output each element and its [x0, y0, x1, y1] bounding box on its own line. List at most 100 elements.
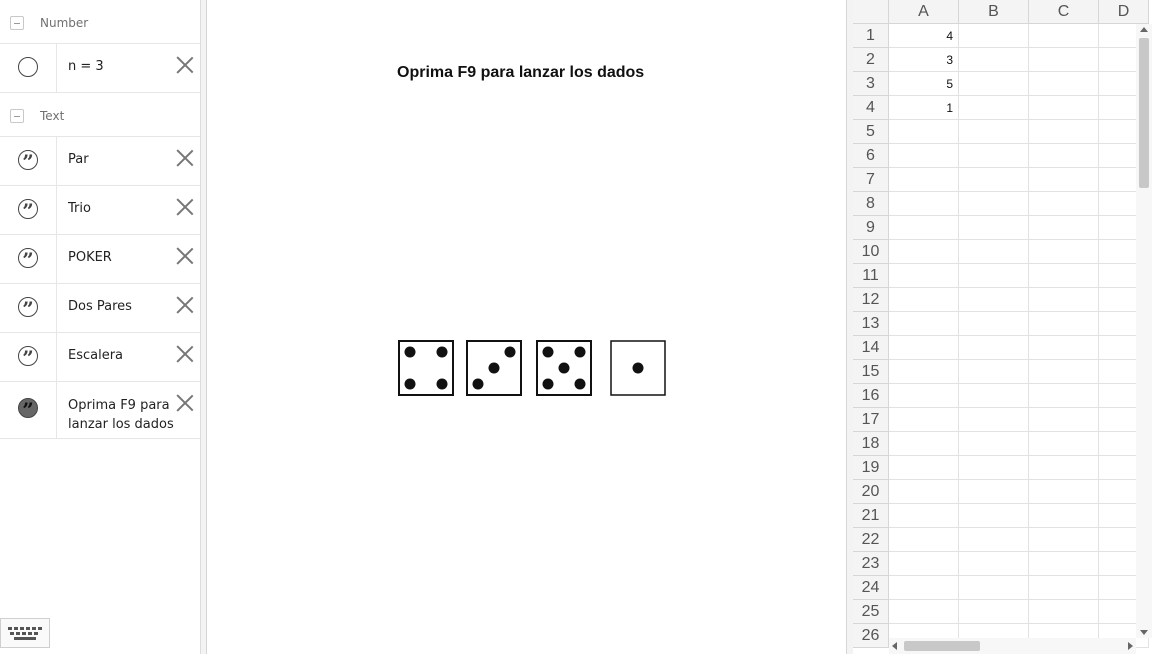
algebra-item-text[interactable]: Trio: [68, 201, 91, 216]
cell-b1[interactable]: [959, 24, 1029, 48]
cell-a3[interactable]: 5: [889, 72, 959, 96]
cell-b2[interactable]: [959, 48, 1029, 72]
die-1[interactable]: [398, 340, 454, 398]
close-icon[interactable]: [176, 56, 194, 74]
row-header-7[interactable]: 7: [853, 168, 889, 192]
graphics-text[interactable]: Oprima F9 para lanzar los dados: [397, 64, 644, 82]
row-header-9[interactable]: 9: [853, 216, 889, 240]
close-icon[interactable]: [176, 198, 194, 216]
cell-a15[interactable]: [889, 360, 959, 384]
cell-b15[interactable]: [959, 360, 1029, 384]
cell-c25[interactable]: [1029, 600, 1099, 624]
cell-c3[interactable]: [1029, 72, 1099, 96]
row-header-26[interactable]: 26: [853, 624, 889, 648]
group-header-text[interactable]: Text: [0, 93, 200, 137]
row-header-13[interactable]: 13: [853, 312, 889, 336]
scroll-right-icon[interactable]: [1128, 642, 1133, 650]
scrollbar-thumb[interactable]: [904, 641, 980, 651]
cell-c2[interactable]: [1029, 48, 1099, 72]
cell-a6[interactable]: [889, 144, 959, 168]
cell-c17[interactable]: [1029, 408, 1099, 432]
cell-a12[interactable]: [889, 288, 959, 312]
cell-b7[interactable]: [959, 168, 1029, 192]
row-header-19[interactable]: 19: [853, 456, 889, 480]
row-header-2[interactable]: 2: [853, 48, 889, 72]
cell-a14[interactable]: [889, 336, 959, 360]
cell-c19[interactable]: [1029, 456, 1099, 480]
row-header-3[interactable]: 3: [853, 72, 889, 96]
cell-a16[interactable]: [889, 384, 959, 408]
cell-a7[interactable]: [889, 168, 959, 192]
row-header-21[interactable]: 21: [853, 504, 889, 528]
scrollbar-thumb[interactable]: [1139, 38, 1149, 188]
cell-b20[interactable]: [959, 480, 1029, 504]
row-header-16[interactable]: 16: [853, 384, 889, 408]
group-header-number[interactable]: Number: [0, 0, 200, 44]
column-header-c[interactable]: C: [1029, 0, 1099, 24]
algebra-item-text[interactable]: Dos Pares: [68, 299, 132, 314]
cell-c21[interactable]: [1029, 504, 1099, 528]
cell-a21[interactable]: [889, 504, 959, 528]
close-icon[interactable]: [176, 296, 194, 314]
cell-a18[interactable]: [889, 432, 959, 456]
algebra-item-instruction[interactable]: Oprima F9 para lanzar los dados: [0, 382, 200, 439]
row-header-20[interactable]: 20: [853, 480, 889, 504]
quote-marble-icon[interactable]: [18, 344, 38, 372]
row-header-11[interactable]: 11: [853, 264, 889, 288]
cell-c22[interactable]: [1029, 528, 1099, 552]
cell-c1[interactable]: [1029, 24, 1099, 48]
select-all-corner[interactable]: [853, 0, 889, 24]
cell-c24[interactable]: [1029, 576, 1099, 600]
cell-b11[interactable]: [959, 264, 1029, 288]
row-header-18[interactable]: 18: [853, 432, 889, 456]
quote-marble-icon[interactable]: [18, 148, 38, 176]
cell-a22[interactable]: [889, 528, 959, 552]
cell-b8[interactable]: [959, 192, 1029, 216]
cell-b22[interactable]: [959, 528, 1029, 552]
close-icon[interactable]: [176, 247, 194, 265]
scroll-down-icon[interactable]: [1140, 630, 1148, 635]
algebra-item-dos-pares[interactable]: Dos Pares: [0, 284, 200, 333]
cell-b21[interactable]: [959, 504, 1029, 528]
cell-c20[interactable]: [1029, 480, 1099, 504]
quote-marble-icon[interactable]: [18, 197, 38, 225]
die-2[interactable]: [466, 340, 522, 398]
cell-b3[interactable]: [959, 72, 1029, 96]
column-header-a[interactable]: A: [889, 0, 959, 24]
quote-marble-icon[interactable]: [18, 295, 38, 323]
row-header-22[interactable]: 22: [853, 528, 889, 552]
cell-c10[interactable]: [1029, 240, 1099, 264]
vertical-scrollbar[interactable]: [1136, 24, 1152, 638]
cell-a11[interactable]: [889, 264, 959, 288]
close-icon[interactable]: [176, 149, 194, 167]
cell-a8[interactable]: [889, 192, 959, 216]
cell-c23[interactable]: [1029, 552, 1099, 576]
row-header-15[interactable]: 15: [853, 360, 889, 384]
close-icon[interactable]: [176, 345, 194, 363]
row-header-24[interactable]: 24: [853, 576, 889, 600]
cell-c18[interactable]: [1029, 432, 1099, 456]
cell-b4[interactable]: [959, 96, 1029, 120]
row-header-23[interactable]: 23: [853, 552, 889, 576]
cell-c8[interactable]: [1029, 192, 1099, 216]
cell-b12[interactable]: [959, 288, 1029, 312]
cell-c13[interactable]: [1029, 312, 1099, 336]
graphics-view[interactable]: Oprima F9 para lanzar los dados: [208, 0, 846, 654]
cell-a17[interactable]: [889, 408, 959, 432]
quote-marble-icon[interactable]: [18, 396, 38, 424]
cell-a10[interactable]: [889, 240, 959, 264]
cell-b16[interactable]: [959, 384, 1029, 408]
algebra-item-par[interactable]: Par: [0, 137, 200, 186]
algebra-item-poker[interactable]: POKER: [0, 235, 200, 284]
cell-c16[interactable]: [1029, 384, 1099, 408]
panel-divider[interactable]: [201, 0, 207, 654]
scroll-left-icon[interactable]: [892, 642, 897, 650]
cell-c15[interactable]: [1029, 360, 1099, 384]
cell-a5[interactable]: [889, 120, 959, 144]
cell-b17[interactable]: [959, 408, 1029, 432]
cell-a19[interactable]: [889, 456, 959, 480]
cell-b5[interactable]: [959, 120, 1029, 144]
cell-a20[interactable]: [889, 480, 959, 504]
algebra-item-escalera[interactable]: Escalera: [0, 333, 200, 382]
cell-c7[interactable]: [1029, 168, 1099, 192]
